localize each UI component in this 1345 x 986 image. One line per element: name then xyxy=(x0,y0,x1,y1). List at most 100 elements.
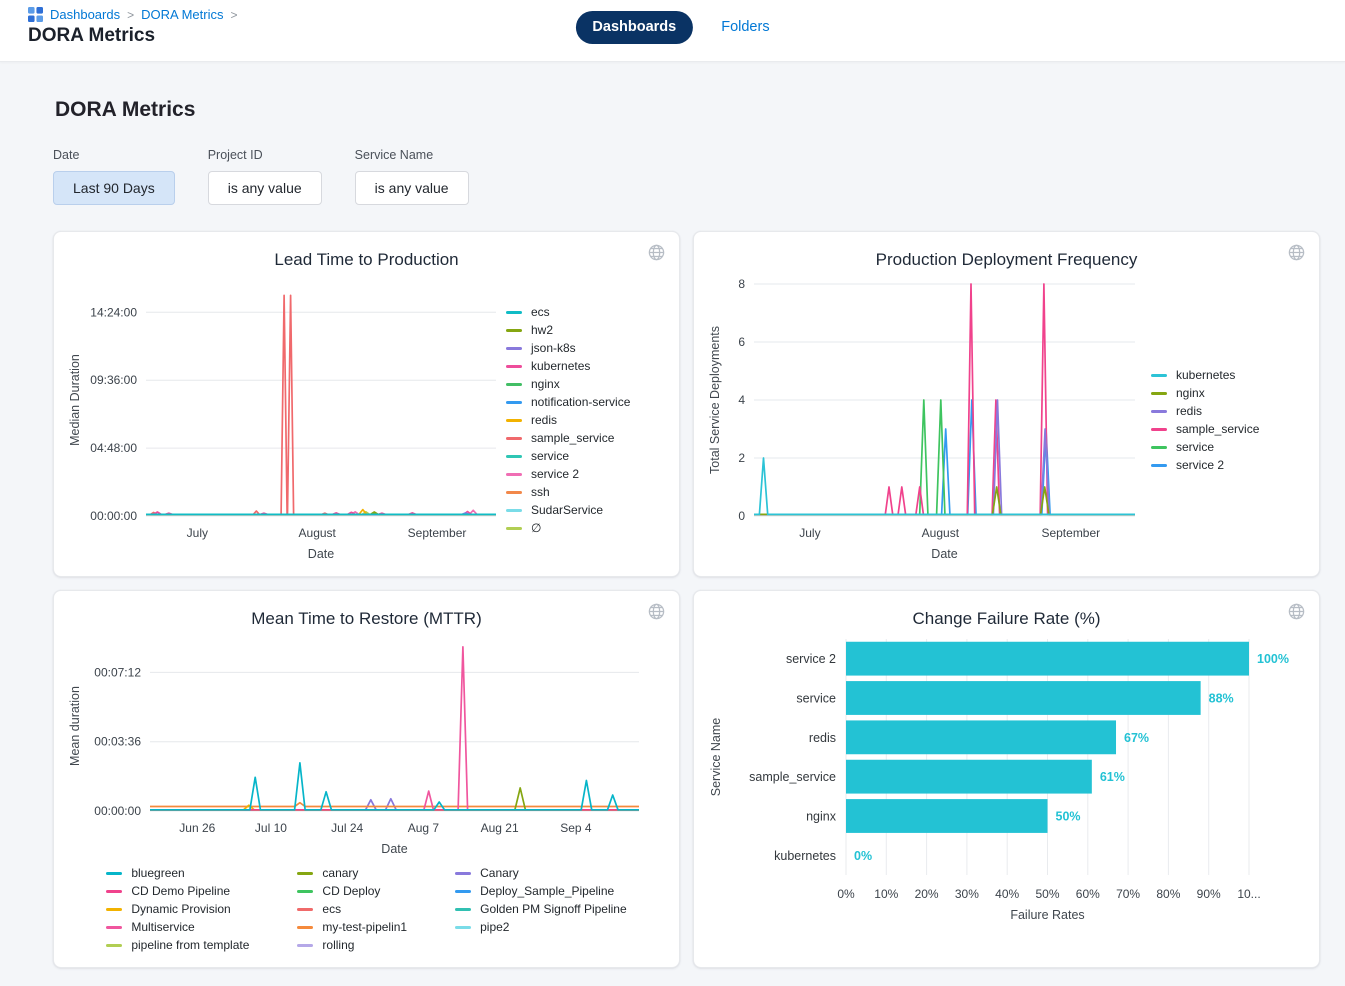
legend-item[interactable]: kubernetes xyxy=(506,359,660,374)
lead-time-chart: 00:00:0004:48:0009:36:0014:24:00JulyAugu… xyxy=(66,270,502,570)
legend-swatch xyxy=(106,926,122,929)
legend-item[interactable]: notification-service xyxy=(506,395,660,410)
legend-column: bluegreen CD Demo Pipeline Dynamic Provisi… xyxy=(106,866,249,953)
card-lead-time-to-production: Lead Time to Production 00:00:0004:48:00… xyxy=(53,231,680,577)
svg-text:service 2: service 2 xyxy=(786,652,836,666)
legend-item[interactable]: json-k8s xyxy=(506,341,660,356)
legend-item[interactable]: CD Demo Pipeline xyxy=(106,884,249,899)
filter-project-id-value-button[interactable]: is any value xyxy=(208,171,322,205)
svg-text:July: July xyxy=(187,526,208,540)
svg-text:4: 4 xyxy=(738,393,745,407)
legend-item[interactable]: my-test-pipelin1 xyxy=(297,920,407,935)
legend-item[interactable]: ecs xyxy=(297,902,407,917)
legend-swatch xyxy=(506,527,522,530)
filter-date-value-button[interactable]: Last 90 Days xyxy=(53,171,175,205)
svg-text:67%: 67% xyxy=(1124,731,1149,745)
legend-item[interactable]: ∅ xyxy=(506,521,660,536)
legend-item[interactable]: Canary xyxy=(455,866,627,881)
legend-item[interactable]: redis xyxy=(506,413,660,428)
legend-swatch xyxy=(297,926,313,929)
svg-text:14:24:00: 14:24:00 xyxy=(90,305,137,319)
legend-item[interactable]: Multiservice xyxy=(106,920,249,935)
legend-label: rolling xyxy=(322,938,354,953)
legend-item[interactable]: sample_service xyxy=(1151,422,1305,437)
legend-label: ecs xyxy=(531,305,550,320)
card-mean-time-to-restore: Mean Time to Restore (MTTR) 00:00:0000:0… xyxy=(53,590,680,968)
svg-text:61%: 61% xyxy=(1100,770,1125,784)
tab-dashboards[interactable]: Dashboards xyxy=(575,11,693,44)
legend-item[interactable]: hw2 xyxy=(506,323,660,338)
legend-item[interactable]: canary xyxy=(297,866,407,881)
legend-swatch xyxy=(106,872,122,875)
view-tabs: Dashboards Folders xyxy=(575,11,769,44)
chart-title: Mean Time to Restore (MTTR) xyxy=(66,609,667,629)
globe-icon[interactable] xyxy=(1287,243,1306,262)
svg-text:Date: Date xyxy=(381,842,407,856)
globe-icon[interactable] xyxy=(1287,602,1306,621)
legend-item[interactable]: rolling xyxy=(297,938,407,953)
legend-label: pipeline from template xyxy=(131,938,249,953)
legend-item[interactable]: pipe2 xyxy=(455,920,627,935)
legend-label: canary xyxy=(322,866,358,881)
breadcrumb-separator: > xyxy=(127,8,134,22)
chart-title: Change Failure Rate (%) xyxy=(706,609,1307,629)
legend-swatch xyxy=(106,908,122,911)
legend-label: service xyxy=(1176,440,1214,455)
legend-label: Dynamic Provision xyxy=(131,902,230,917)
svg-text:04:48:00: 04:48:00 xyxy=(90,441,137,455)
legend-item[interactable]: service 2 xyxy=(506,467,660,482)
legend-swatch xyxy=(297,872,313,875)
svg-text:40%: 40% xyxy=(995,887,1019,901)
legend-swatch xyxy=(297,890,313,893)
globe-icon[interactable] xyxy=(647,243,666,262)
legend-swatch xyxy=(506,401,522,404)
svg-text:kubernetes: kubernetes xyxy=(774,849,836,863)
legend-item[interactable]: Golden PM Signoff Pipeline xyxy=(455,902,627,917)
globe-icon[interactable] xyxy=(647,602,666,621)
legend-item[interactable]: bluegreen xyxy=(106,866,249,881)
svg-text:10...: 10... xyxy=(1237,887,1260,901)
legend-label: redis xyxy=(531,413,557,428)
filter-service-name-label: Service Name xyxy=(355,148,469,162)
legend-item[interactable]: redis xyxy=(1151,404,1305,419)
legend-swatch xyxy=(506,473,522,476)
tab-folders[interactable]: Folders xyxy=(721,19,769,35)
legend-item[interactable]: ecs xyxy=(506,305,660,320)
svg-text:0%: 0% xyxy=(837,887,855,901)
legend-label: sample_service xyxy=(531,431,614,446)
legend-label: SudarService xyxy=(531,503,603,518)
legend-item[interactable]: service 2 xyxy=(1151,458,1305,473)
legend-label: service 2 xyxy=(1176,458,1224,473)
legend-item[interactable]: service xyxy=(506,449,660,464)
legend-item[interactable]: ssh xyxy=(506,485,660,500)
legend-label: hw2 xyxy=(531,323,553,338)
svg-text:Service Name: Service Name xyxy=(709,718,723,797)
legend-swatch xyxy=(506,491,522,494)
legend-item[interactable]: nginx xyxy=(1151,386,1305,401)
breadcrumb-dashboards-link[interactable]: Dashboards xyxy=(50,7,120,22)
legend-item[interactable]: service xyxy=(1151,440,1305,455)
chart-title: Production Deployment Frequency xyxy=(706,250,1307,270)
legend-item[interactable]: pipeline from template xyxy=(106,938,249,953)
legend-label: Multiservice xyxy=(131,920,194,935)
breadcrumb-dora-metrics-link[interactable]: DORA Metrics xyxy=(141,7,223,22)
legend-item[interactable]: Deploy_Sample_Pipeline xyxy=(455,884,627,899)
legend-item[interactable]: sample_service xyxy=(506,431,660,446)
filter-project-id: Project ID is any value xyxy=(208,148,322,205)
legend-item[interactable]: Dynamic Provision xyxy=(106,902,249,917)
filter-project-id-label: Project ID xyxy=(208,148,322,162)
legend-item[interactable]: CD Deploy xyxy=(297,884,407,899)
legend-item[interactable]: SudarService xyxy=(506,503,660,518)
svg-text:Sep 4: Sep 4 xyxy=(560,821,592,835)
legend-label: bluegreen xyxy=(131,866,184,881)
filter-service-name-value-button[interactable]: is any value xyxy=(355,171,469,205)
legend-label: kubernetes xyxy=(1176,368,1235,383)
svg-text:Aug 21: Aug 21 xyxy=(481,821,519,835)
svg-text:50%: 50% xyxy=(1035,887,1059,901)
legend-swatch xyxy=(455,908,471,911)
legend-item[interactable]: nginx xyxy=(506,377,660,392)
legend-item[interactable]: kubernetes xyxy=(1151,368,1305,383)
svg-text:00:07:12: 00:07:12 xyxy=(94,665,141,679)
svg-text:Aug 7: Aug 7 xyxy=(408,821,440,835)
legend-label: Golden PM Signoff Pipeline xyxy=(480,902,627,917)
